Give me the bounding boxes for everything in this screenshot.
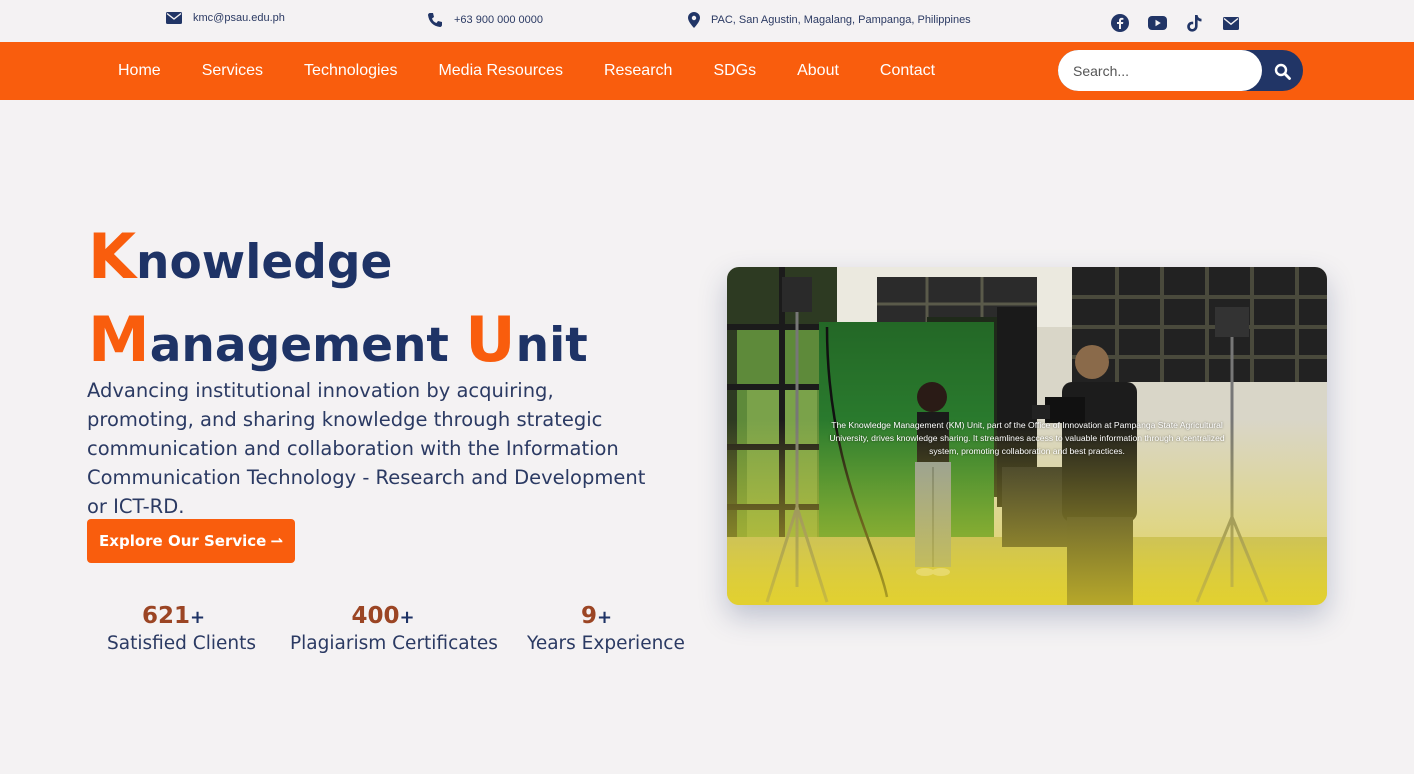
search-button[interactable] — [1272, 61, 1292, 81]
search-box — [1058, 50, 1303, 91]
hero-description: Advancing institutional innovation by ac… — [87, 379, 646, 518]
nav-item-technologies[interactable]: Technologies — [304, 62, 397, 80]
stat-satisfied-clients: 621+ Satisfied Clients — [107, 603, 256, 654]
hero-video[interactable]: The Knowledge Management (KM) Unit, part… — [727, 267, 1327, 605]
contact-address-text: PAC, San Agustin, Magalang, Pampanga, Ph… — [711, 14, 971, 26]
title-cap-m: M — [88, 303, 150, 376]
nav-item-research[interactable]: Research — [604, 62, 672, 80]
mail-icon[interactable] — [1221, 13, 1241, 33]
stat-value: 400 — [351, 603, 400, 629]
explore-service-label: Explore Our Service — [99, 532, 267, 550]
stat-value: 9 — [580, 603, 597, 629]
explore-service-button[interactable]: Explore Our Service ⇀ — [87, 519, 295, 563]
tiktok-icon[interactable] — [1184, 13, 1204, 33]
map-pin-icon — [688, 12, 700, 28]
nav-item-home[interactable]: Home — [118, 62, 161, 80]
contact-address[interactable]: PAC, San Agustin, Magalang, Pampanga, Ph… — [688, 12, 971, 28]
stat-label: Satisfied Clients — [107, 633, 256, 654]
title-cap-u: U — [465, 303, 516, 376]
stat-years-experience: 9+ Years Experience — [527, 603, 685, 654]
social-links — [1110, 13, 1241, 33]
nav-item-media-resources[interactable]: Media Resources — [438, 62, 563, 80]
search-icon — [1274, 63, 1291, 80]
nav-links: Home Services Technologies Media Resourc… — [118, 42, 935, 100]
title-word-knowledge: nowledge — [136, 235, 393, 290]
stat-plagiarism-certificates: 400+ Plagiarism Certificates — [290, 603, 498, 654]
nav-item-services[interactable]: Services — [202, 62, 263, 80]
hero-title-line-2: Management Unit — [88, 301, 588, 384]
phone-icon — [428, 13, 442, 27]
stat-suffix: + — [399, 607, 415, 628]
stat-suffix: + — [596, 607, 613, 628]
facebook-icon[interactable] — [1110, 13, 1130, 33]
nav-item-contact[interactable]: Contact — [880, 62, 935, 80]
contact-email[interactable]: kmc@psau.edu.ph — [166, 12, 285, 24]
contact-email-text: kmc@psau.edu.ph — [193, 12, 285, 24]
stat-label: Years Experience — [527, 633, 685, 654]
title-cap-k: K — [88, 220, 137, 293]
stat-value: 621 — [141, 603, 190, 629]
stat-suffix: + — [189, 607, 206, 628]
nav-item-about[interactable]: About — [797, 62, 839, 80]
hero-title-line-1: Knowledge — [88, 218, 588, 301]
stat-label: Plagiarism Certificates — [290, 633, 498, 654]
title-word-unit: nit — [515, 318, 588, 373]
video-caption: The Knowledge Management (KM) Unit, part… — [829, 420, 1225, 456]
search-input[interactable] — [1058, 50, 1262, 91]
contact-phone-text: +63 900 000 0000 — [454, 14, 544, 26]
contact-phone[interactable]: +63 900 000 0000 — [427, 12, 543, 28]
arrow-right-icon: ⇀ — [270, 532, 283, 550]
nav-item-sdgs[interactable]: SDGs — [713, 62, 756, 80]
youtube-icon[interactable] — [1147, 13, 1167, 33]
hero-title: Knowledge Management Unit — [88, 218, 588, 384]
top-contact-bar: kmc@psau.edu.ph +63 900 000 0000 PAC, Sa… — [0, 0, 1414, 42]
envelope-icon — [166, 12, 182, 24]
title-word-management: anagement — [149, 318, 449, 373]
